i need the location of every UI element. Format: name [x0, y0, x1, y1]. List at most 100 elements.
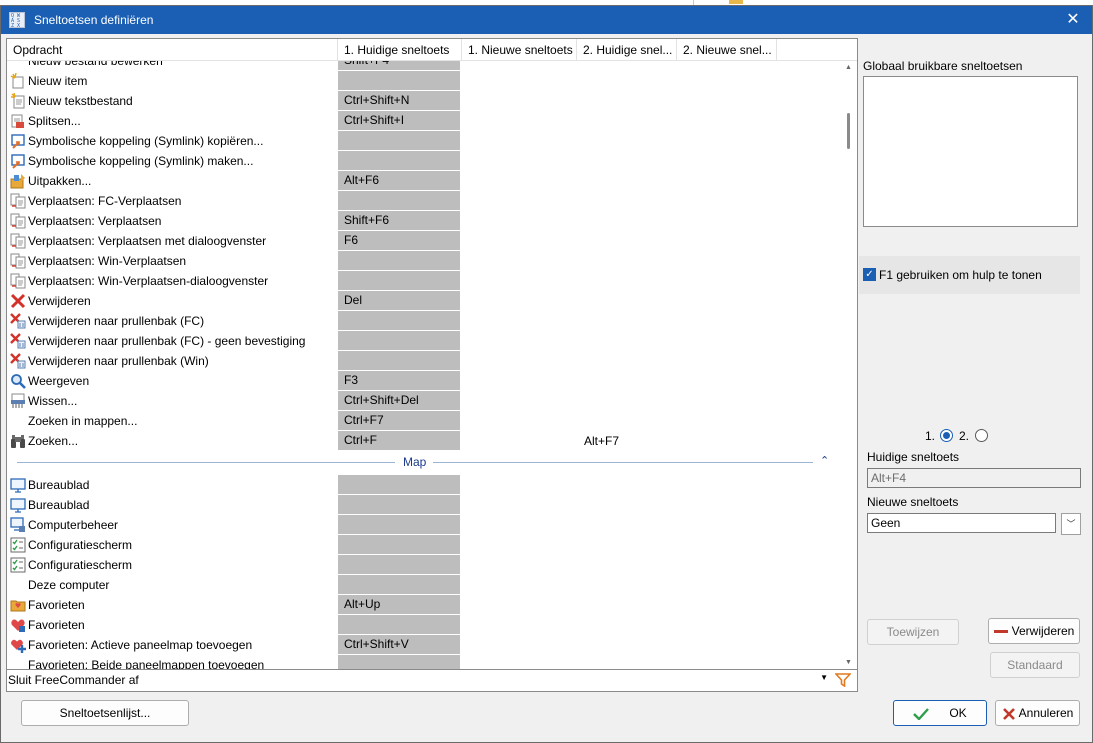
ok-button-label: OK [949, 706, 967, 720]
list-item[interactable]: Verwijderen naar prullenbak (Win) [7, 351, 839, 371]
current-shortcut-1-cell[interactable] [338, 495, 460, 514]
scroll-down-icon[interactable]: ▼ [845, 659, 852, 666]
list-item[interactable]: Verwijderen naar prullenbak (FC) - geen … [7, 331, 839, 351]
current-shortcut-2-cell[interactable]: Alt+F7 [584, 434, 619, 448]
column-current-2[interactable]: 2. Huidige snel... [577, 39, 677, 61]
list-item[interactable]: Bureaublad [7, 475, 839, 495]
current-shortcut-1-cell[interactable] [338, 151, 460, 170]
current-shortcut-1-cell[interactable]: Ctrl+F7 [338, 411, 460, 430]
current-shortcut-1-cell[interactable]: Alt+Up [338, 595, 460, 614]
shortcut-list-button[interactable]: Sneltoetsenlijst... [21, 700, 189, 726]
list-item[interactable]: Uitpakken... Alt+F6 [7, 171, 839, 191]
current-shortcut-1-cell[interactable]: Ctrl+F [338, 431, 460, 450]
list-item[interactable]: Zoeken in mappen... Ctrl+F7 [7, 411, 839, 431]
list-item[interactable]: Symbolische koppeling (Symlink) kopiëren… [7, 131, 839, 151]
current-shortcut-1-cell[interactable]: F6 [338, 231, 460, 250]
column-command[interactable]: Opdracht [7, 39, 338, 61]
list-item[interactable]: Computerbeheer [7, 515, 839, 535]
current-shortcut-1-cell[interactable]: Ctrl+Shift+N [338, 91, 460, 110]
list-item[interactable]: Favorieten: Beide paneelmappen toevoegen [7, 655, 839, 669]
group-header-map[interactable]: Map ⌃ [7, 452, 839, 474]
radio-2[interactable] [975, 429, 988, 442]
current-shortcut-1-cell[interactable] [338, 251, 460, 270]
current-shortcut-1-cell[interactable] [338, 515, 460, 534]
global-shortcuts-list[interactable] [863, 76, 1078, 227]
current-shortcut-1-cell[interactable] [338, 311, 460, 330]
current-shortcut-1-cell[interactable] [338, 615, 460, 634]
remove-button[interactable]: Verwijderen [988, 618, 1080, 644]
current-shortcut-1-cell[interactable] [338, 351, 460, 370]
default-button[interactable]: Standaard [990, 652, 1080, 678]
close-icon[interactable]: ✕ [1062, 9, 1084, 31]
vertical-scrollbar[interactable]: ▲ ▼ [841, 61, 857, 669]
list-item[interactable]: Deze computer [7, 575, 839, 595]
current-shortcut-1-cell[interactable]: Alt+F6 [338, 171, 460, 190]
list-item[interactable]: Nieuw bestand bewerken Shift+F4 [7, 61, 839, 71]
chevron-down-icon[interactable]: ﹀ [1061, 513, 1081, 535]
list-item[interactable]: Favorieten [7, 615, 839, 635]
current-shortcut-1-cell[interactable] [338, 71, 460, 90]
list-item[interactable]: Verplaatsen: Verplaatsen met dialoogvens… [7, 231, 839, 251]
f1-help-option[interactable]: ✓ F1 gebruiken om hulp te tonen [859, 256, 1080, 294]
list-item[interactable]: Verplaatsen: Verplaatsen Shift+F6 [7, 211, 839, 231]
collapse-chevron-icon[interactable]: ⌃ [820, 454, 829, 467]
command-list[interactable]: Opdracht 1. Huidige sneltoets 1. Nieuwe … [6, 38, 858, 670]
list-item[interactable]: Wissen... Ctrl+Shift+Del [7, 391, 839, 411]
list-item[interactable]: Verplaatsen: Win-Verplaatsen-dialoogvens… [7, 271, 839, 291]
current-shortcut-1-cell[interactable]: Ctrl+Shift+Del [338, 391, 460, 410]
list-item[interactable]: Favorieten Alt+Up [7, 595, 839, 615]
list-item[interactable]: Configuratiescherm [7, 555, 839, 575]
chevron-down-icon[interactable]: ▼ [820, 673, 828, 682]
list-item[interactable]: Splitsen... Ctrl+Shift+I [7, 111, 839, 131]
column-new-2[interactable]: 2. Nieuwe snel... [677, 39, 777, 61]
status-combo[interactable]: ▼ [731, 671, 831, 690]
current-shortcut-1-cell[interactable]: Shift+F4 [338, 61, 460, 70]
ok-button[interactable]: OK [893, 700, 987, 726]
checkmark-icon [913, 708, 930, 720]
current-shortcut-1-cell[interactable] [338, 655, 460, 669]
column-new-1[interactable]: 1. Nieuwe sneltoets [462, 39, 577, 61]
cancel-button[interactable]: Annuleren [995, 700, 1080, 726]
current-shortcut-1-cell[interactable]: Ctrl+Shift+I [338, 111, 460, 130]
column-current-1[interactable]: 1. Huidige sneltoets [338, 39, 462, 61]
command-name: Zoeken in mappen... [28, 414, 138, 428]
status-bar: Sluit FreeCommander af ▼ [6, 670, 858, 692]
assign-button[interactable]: Toewijzen [867, 619, 959, 645]
current-shortcut-1-cell[interactable]: Del [338, 291, 460, 310]
list-item[interactable]: Nieuw item [7, 71, 839, 91]
list-item[interactable]: Configuratiescherm [7, 535, 839, 555]
list-item[interactable]: Verplaatsen: Win-Verplaatsen [7, 251, 839, 271]
scroll-up-icon[interactable]: ▲ [845, 64, 852, 71]
list-item[interactable]: Verwijderen Del [7, 291, 839, 311]
current-shortcut-1-cell[interactable]: Shift+F6 [338, 211, 460, 230]
list-item[interactable]: Verplaatsen: FC-Verplaatsen [7, 191, 839, 211]
command-name: Nieuw bestand bewerken [28, 61, 163, 68]
scrollbar-thumb[interactable] [847, 113, 850, 149]
current-shortcut-1-cell[interactable] [338, 555, 460, 574]
command-name: Bureaublad [28, 478, 90, 492]
title-bar[interactable]: Q W A S Z X Sneltoetsen definiëren ✕ [1, 6, 1092, 34]
group-divider-left [17, 462, 395, 463]
new-shortcut-field[interactable]: Geen [867, 513, 1056, 533]
current-shortcut-1-cell[interactable] [338, 575, 460, 594]
f1-help-checkbox[interactable]: ✓ [863, 268, 876, 281]
list-item[interactable]: Bureaublad [7, 495, 839, 515]
current-shortcut-1-cell[interactable]: F3 [338, 371, 460, 390]
current-shortcut-1-cell[interactable] [338, 475, 460, 494]
current-shortcut-1-cell[interactable] [338, 131, 460, 150]
current-shortcut-1-cell[interactable] [338, 535, 460, 554]
current-shortcut-1-cell[interactable] [338, 331, 460, 350]
list-item[interactable]: Nieuw tekstbestand Ctrl+Shift+N [7, 91, 839, 111]
command-name: Verplaatsen: Verplaatsen met dialoogvens… [28, 234, 267, 248]
list-item[interactable]: Verwijderen naar prullenbak (FC) [7, 311, 839, 331]
radio-1[interactable] [940, 429, 953, 442]
list-item[interactable]: Favorieten: Actieve paneelmap toevoegen C… [7, 635, 839, 655]
current-shortcut-1-cell[interactable] [338, 271, 460, 290]
current-shortcut-1-cell[interactable] [338, 191, 460, 210]
list-item[interactable]: Symbolische koppeling (Symlink) maken... [7, 151, 839, 171]
delete-icon [10, 293, 26, 309]
filter-icon[interactable] [835, 673, 851, 687]
list-item[interactable]: Zoeken... Ctrl+F Alt+F7 [7, 431, 839, 451]
list-item[interactable]: Weergeven F3 [7, 371, 839, 391]
current-shortcut-1-cell[interactable]: Ctrl+Shift+V [338, 635, 460, 654]
